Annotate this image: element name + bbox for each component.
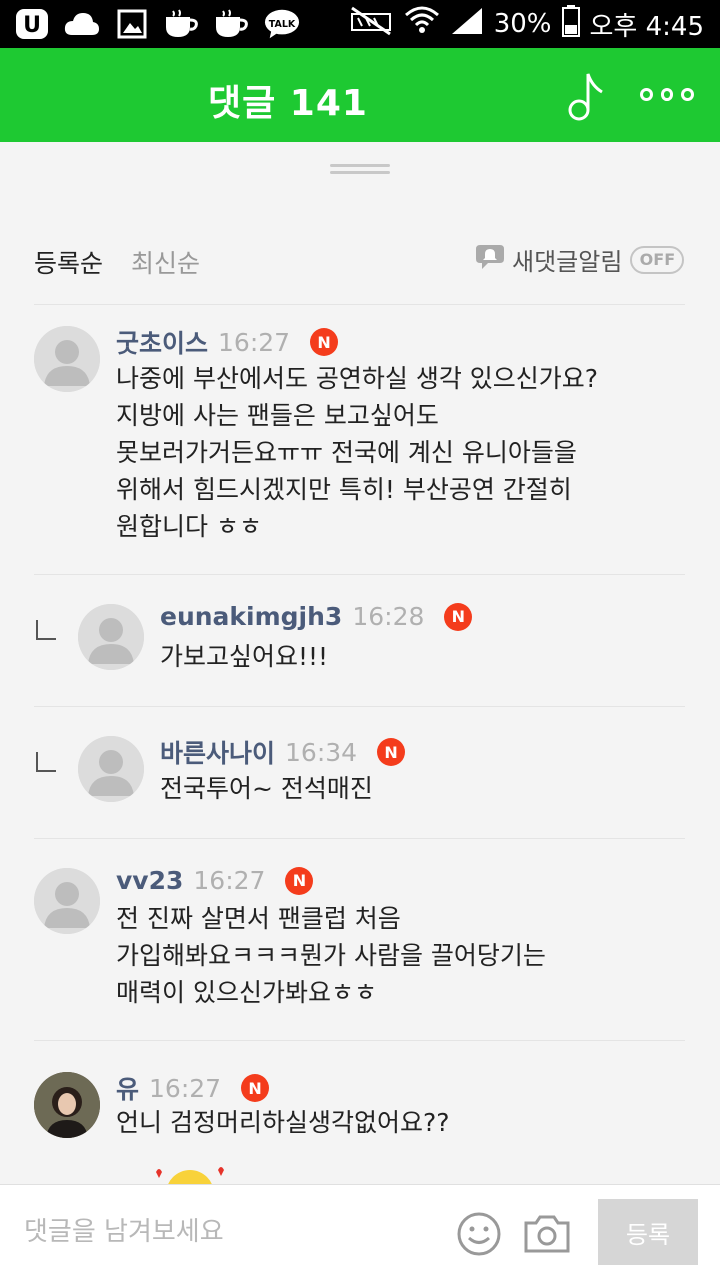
signal-icon xyxy=(450,6,484,43)
sort-bar: 등록순 최신순 새댓글알림 OFF xyxy=(0,236,720,286)
new-badge: N xyxy=(377,738,406,766)
reply-arrow-icon xyxy=(36,752,56,772)
battery-icon xyxy=(561,4,580,44)
comment-text: 가보고싶어요!!! xyxy=(160,642,329,671)
wifi-icon xyxy=(404,5,440,44)
new-comment-alarm-toggle[interactable]: 새댓글알림 OFF xyxy=(474,242,685,277)
new-badge: N xyxy=(285,866,314,895)
comment-time: 16:27 xyxy=(149,1073,222,1103)
uplus-icon: U xyxy=(14,7,50,41)
comment-author[interactable]: vv23 xyxy=(116,866,183,895)
new-badge: N xyxy=(444,602,473,631)
svg-text:TALK: TALK xyxy=(269,19,296,30)
avatar[interactable] xyxy=(34,326,100,392)
comment-text: 전 진짜 살면서 팬클럽 처음 가입해봐요ㅋㅋㅋ뭔가 사람을 끌어당기는 매력이… xyxy=(116,904,546,1007)
alarm-bell-icon xyxy=(474,243,506,277)
app-header: 댓글 141 xyxy=(0,48,720,142)
comment-author[interactable]: 바른사나이 xyxy=(160,734,275,770)
cup-icon xyxy=(214,7,250,41)
comment-input[interactable] xyxy=(24,1207,444,1257)
kakaotalk-icon: TALK xyxy=(264,7,300,41)
reply-arrow-icon xyxy=(36,620,56,640)
gallery-icon xyxy=(114,7,150,41)
avatar-photo[interactable] xyxy=(34,1072,100,1138)
comment-item: vv23 16:27 N 전 진짜 살면서 팬클럽 처음 가입해봐요ㅋㅋㅋ뭔가 … xyxy=(0,838,720,1040)
comment-author[interactable]: eunakimgjh3 xyxy=(160,602,342,631)
more-options-icon[interactable] xyxy=(640,84,695,104)
cloud-icon xyxy=(64,7,100,41)
alarm-off-badge: OFF xyxy=(630,245,685,274)
comment-text: 언니 검정머리하실생각없어요?? xyxy=(116,1108,450,1137)
submit-button[interactable]: 등록 xyxy=(598,1199,698,1265)
avatar[interactable] xyxy=(78,736,144,802)
comment-author[interactable]: 굿초이스 xyxy=(116,324,208,360)
comment-text: 나중에 부산에서도 공연하실 생각 있으신가요? 지방에 사는 팬들은 보고싶어… xyxy=(116,364,599,541)
avatar[interactable] xyxy=(78,604,144,670)
music-note-icon[interactable] xyxy=(562,68,612,124)
comment-item: 유 16:27 N 언니 검정머리하실생각없어요?? xyxy=(0,1040,720,1184)
comment-item: 굿초이스 16:27 N 나중에 부산에서도 공연하실 생각 있으신가요? 지방… xyxy=(0,304,720,574)
comment-text: 전국투어~ 전석매진 xyxy=(160,774,373,803)
battery-percent: 30% xyxy=(493,9,552,39)
comment-time: 16:28 xyxy=(352,602,425,631)
reply-item: 바른사나이 16:34 N 전국투어~ 전석매진 xyxy=(0,706,720,838)
reply-item: eunakimgjh3 16:28 N 가보고싶어요!!! xyxy=(0,574,720,706)
mute-icon xyxy=(348,6,394,43)
new-badge: N xyxy=(310,328,339,356)
comment-author[interactable]: 유 xyxy=(116,1070,139,1106)
drag-handle[interactable] xyxy=(330,164,390,176)
cup-icon xyxy=(164,7,200,41)
new-badge: N xyxy=(241,1074,270,1102)
status-bar: U TALK 30% 오후 4:45 xyxy=(0,0,720,48)
svg-text:U: U xyxy=(23,13,41,38)
alarm-label: 새댓글알림 xyxy=(512,248,623,276)
sort-by-newest[interactable]: 최신순 xyxy=(131,244,200,280)
camera-icon[interactable] xyxy=(522,1211,572,1257)
emoji-icon[interactable] xyxy=(456,1211,502,1257)
clock: 오후 4:45 xyxy=(589,11,705,42)
sort-by-registered[interactable]: 등록순 xyxy=(34,244,103,280)
comment-time: 16:34 xyxy=(285,737,358,767)
page-title: 댓글 141 xyxy=(208,83,368,124)
comment-time: 16:27 xyxy=(193,866,266,895)
sticker-image xyxy=(150,1160,240,1184)
comment-time: 16:27 xyxy=(218,327,291,357)
avatar[interactable] xyxy=(34,868,100,934)
comment-input-bar: 등록 xyxy=(0,1184,720,1280)
